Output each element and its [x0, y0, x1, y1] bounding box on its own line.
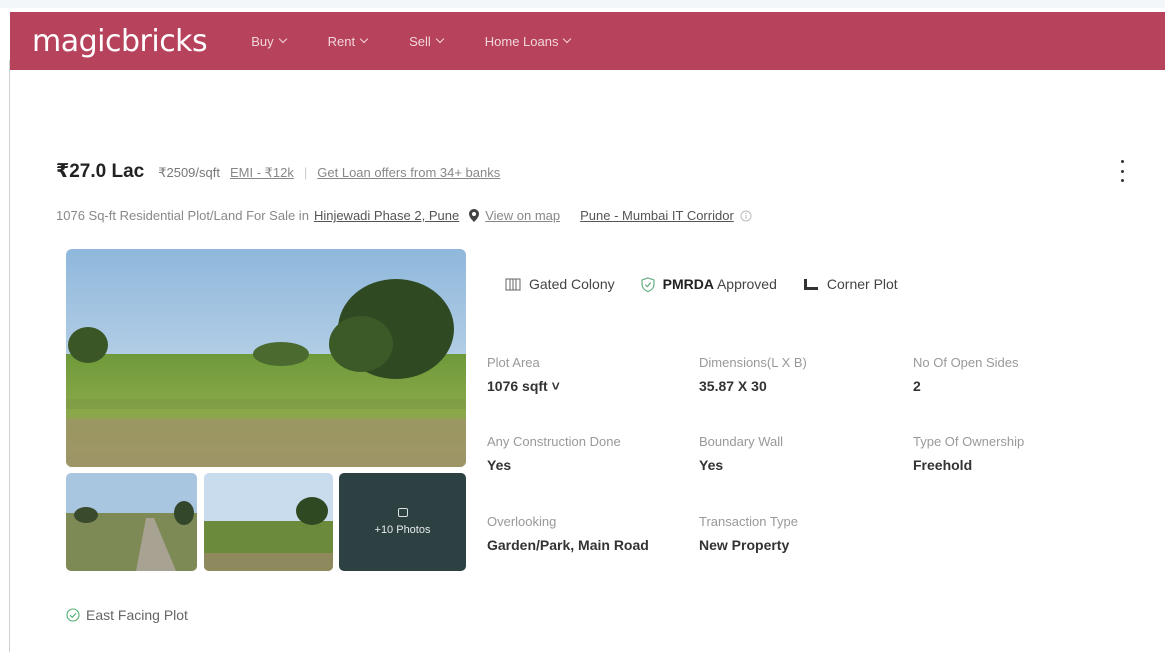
- gate-icon: [505, 278, 521, 291]
- detail-label: No Of Open Sides: [913, 355, 1019, 370]
- detail-open-sides: No Of Open Sides 2: [913, 355, 1113, 397]
- detail-value: New Property: [699, 537, 790, 553]
- nav-item-sell[interactable]: Sell: [409, 33, 445, 49]
- detail-label: Any Construction Done: [487, 434, 621, 449]
- amenity-approval: PMRDA Approved: [641, 276, 777, 292]
- map-pin-icon: [469, 209, 480, 222]
- detail-construction: Any Construction Done Yes: [487, 434, 687, 476]
- chevron-down-icon: [359, 34, 369, 44]
- detail-value: 2: [913, 378, 921, 394]
- detail-transaction-type: Transaction Type New Property: [699, 514, 899, 556]
- listing-price: ₹27.0 Lac: [56, 161, 145, 182]
- field-thumb-image: [204, 473, 333, 571]
- nav-menu: Buy Rent Sell Home Loans: [251, 34, 612, 49]
- detail-value: 35.87 X 30: [699, 378, 767, 394]
- road-photo-image: [66, 473, 197, 571]
- separator: |: [303, 165, 308, 180]
- facing-label: East Facing Plot: [86, 607, 188, 623]
- detail-overlooking: Overlooking Garden/Park, Main Road: [487, 514, 657, 556]
- top-navbar: magicbricks Buy Rent Sell Home Loans: [10, 12, 1165, 70]
- amenity-label: Gated Colony: [529, 276, 615, 292]
- shield-check-icon: [641, 276, 655, 292]
- amenity-corner-plot: Corner Plot: [803, 276, 898, 292]
- detail-value: Garden/Park, Main Road: [487, 537, 649, 553]
- info-icon[interactable]: [740, 210, 752, 222]
- nav-item-label: Home Loans: [484, 33, 559, 49]
- amenity-gated-colony: Gated Colony: [505, 276, 615, 292]
- camera-icon: [397, 508, 408, 517]
- detail-plot-area: Plot Area 1076 sqft ˅: [487, 355, 687, 397]
- facing-tag: East Facing Plot: [66, 607, 188, 623]
- nav-item-buy[interactable]: Buy: [251, 33, 287, 49]
- view-on-map-link[interactable]: View on map: [485, 208, 560, 223]
- locality-link[interactable]: Hinjewadi Phase 2, Pune: [314, 208, 459, 223]
- detail-label: Boundary Wall: [699, 434, 784, 449]
- field-photo-image: [66, 249, 466, 467]
- nav-item-label: Sell: [409, 33, 431, 49]
- detail-label: Plot Area: [487, 355, 540, 370]
- nav-item-label: Rent: [327, 33, 356, 49]
- detail-value: Yes: [487, 457, 512, 473]
- nav-item-rent[interactable]: Rent: [327, 33, 369, 49]
- more-photos-label: +10 Photos: [374, 524, 431, 536]
- detail-value[interactable]: 1076 sqft ˅: [487, 376, 687, 397]
- approval-authority: PMRDA: [662, 276, 714, 292]
- emi-link[interactable]: EMI - ₹12k: [230, 165, 294, 181]
- chevron-down-icon: [435, 34, 445, 44]
- detail-value: Yes: [699, 457, 724, 473]
- corner-plot-icon: [803, 279, 818, 290]
- amenity-label: Approved: [716, 276, 777, 292]
- detail-label: Transaction Type: [699, 514, 798, 529]
- detail-label: Dimensions(L X B): [699, 355, 807, 370]
- detail-label: Type Of Ownership: [913, 434, 1025, 449]
- detail-ownership: Type Of Ownership Freehold: [913, 434, 1113, 476]
- price-per-sqft: ₹2509/sqft: [158, 165, 220, 180]
- kebab-menu-icon[interactable]: [1117, 160, 1127, 182]
- corridor-link[interactable]: Pune - Mumbai IT Corridor: [580, 208, 734, 223]
- main-property-photo[interactable]: [66, 249, 466, 467]
- detail-label: Overlooking: [487, 514, 557, 529]
- thumbnail-photo[interactable]: [66, 473, 197, 571]
- listing-title: 1076 Sq-ft Residential Plot/Land For Sal…: [56, 208, 309, 223]
- site-logo[interactable]: magicbricks: [32, 24, 208, 59]
- page-edge: [9, 60, 10, 652]
- loan-offers-link[interactable]: Get Loan offers from 34+ banks: [317, 165, 500, 180]
- check-circle-icon: [66, 608, 80, 622]
- nav-item-home-loans[interactable]: Home Loans: [484, 33, 572, 49]
- thumbnail-photo[interactable]: [204, 473, 333, 571]
- listing-subtitle: 1076 Sq-ft Residential Plot/Land For Sal…: [56, 208, 752, 223]
- chevron-down-icon: [563, 34, 572, 44]
- detail-value: Freehold: [913, 457, 973, 473]
- top-strip: [0, 0, 1165, 8]
- more-photos-button[interactable]: +10 Photos: [339, 473, 466, 571]
- price-row: ₹27.0 Lac ₹2509/sqft EMI - ₹12k | Get Lo…: [56, 160, 500, 183]
- amenity-label: Corner Plot: [826, 276, 898, 292]
- nav-item-label: Buy: [251, 33, 274, 49]
- detail-dimensions: Dimensions(L X B) 35.87 X 30: [699, 355, 899, 397]
- chevron-down-icon: [278, 34, 287, 44]
- detail-boundary-wall: Boundary Wall Yes: [699, 434, 899, 476]
- amenities-row: Gated Colony PMRDA Approved Corner Plot: [505, 276, 924, 292]
